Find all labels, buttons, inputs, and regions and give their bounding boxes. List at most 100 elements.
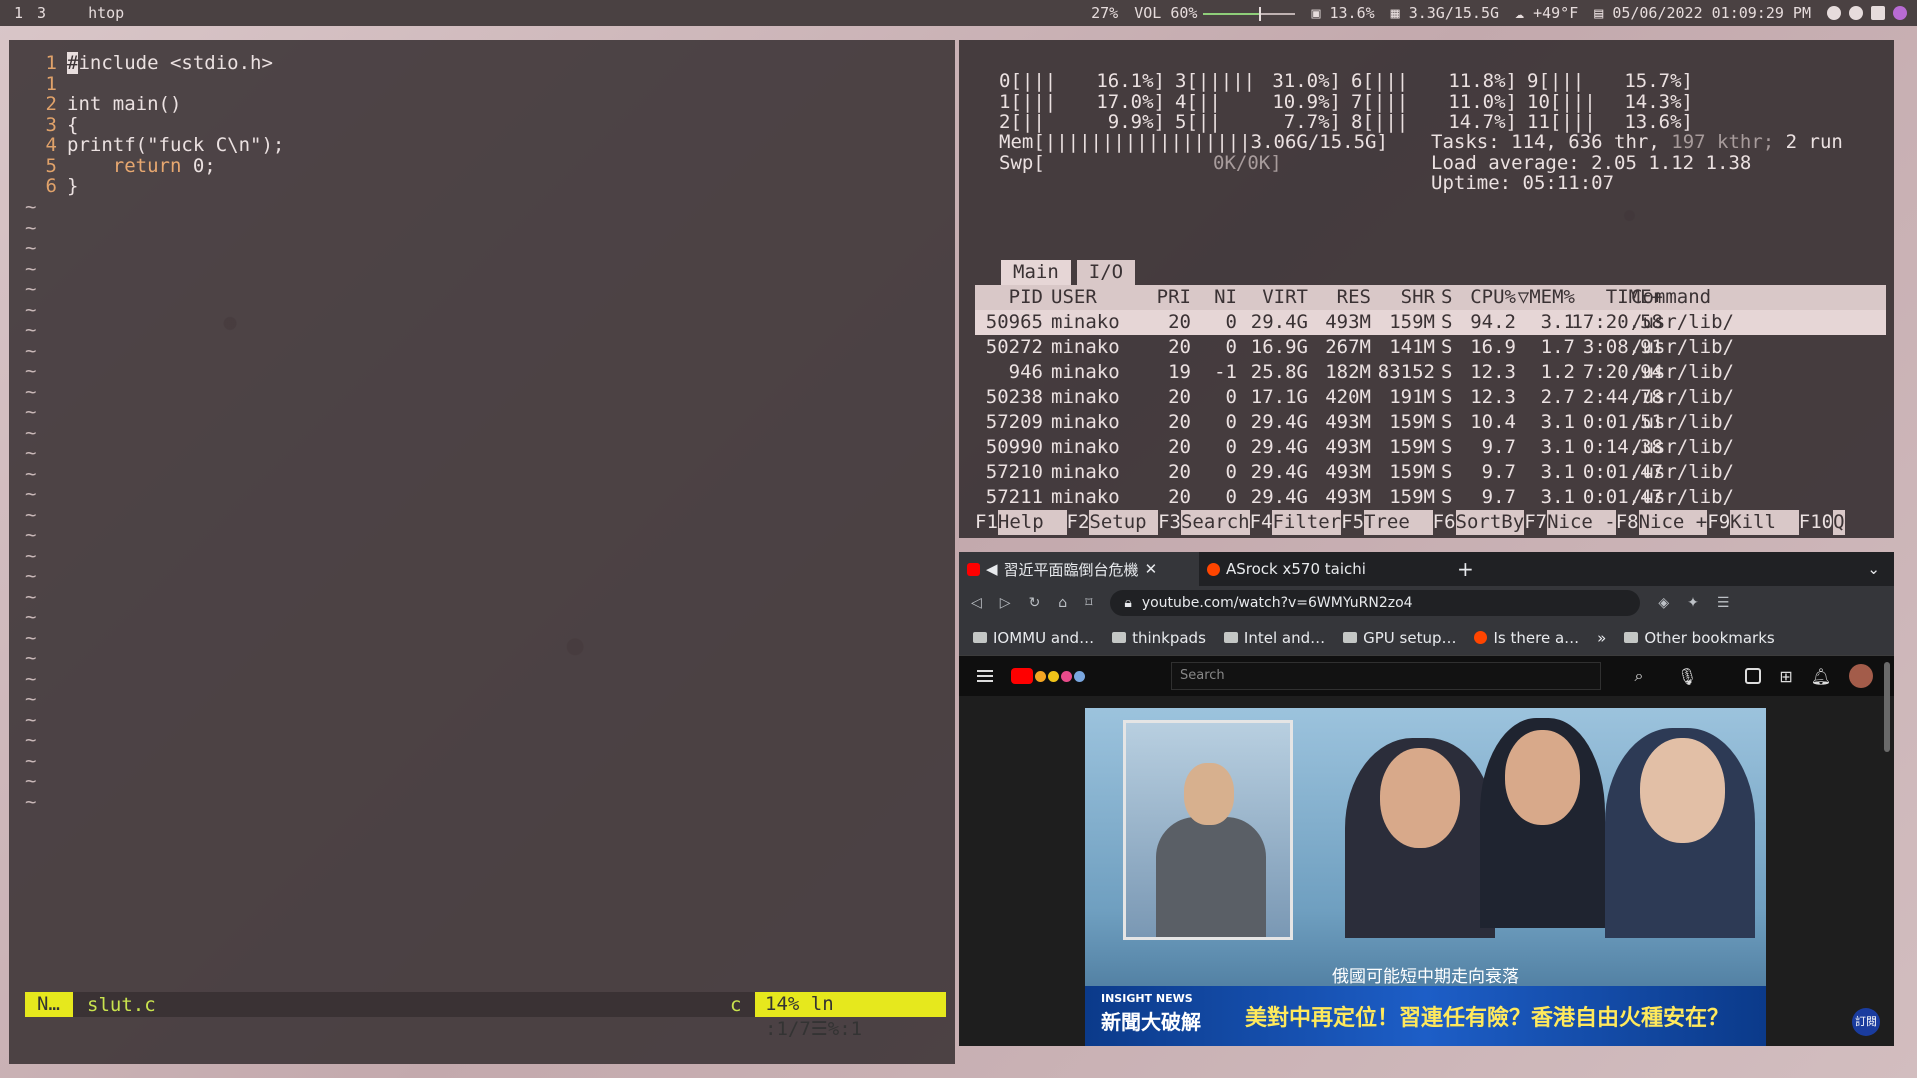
vim-filename: slut.c — [87, 993, 156, 1016]
column-header[interactable]: CPU% — [1470, 285, 1516, 310]
scrollbar[interactable] — [1884, 662, 1890, 752]
column-header[interactable]: Command — [1631, 285, 1711, 310]
empty-line-tilde: ~ — [25, 503, 37, 526]
notifications-icon[interactable]: 🔔︎ — [1811, 667, 1831, 686]
message-icon[interactable] — [1871, 6, 1885, 20]
fkey-number[interactable]: F7 — [1524, 510, 1547, 535]
fkey-label[interactable]: Search — [1180, 510, 1250, 535]
tab-main[interactable]: Main — [1001, 260, 1071, 285]
column-header[interactable]: PID — [1009, 285, 1043, 310]
bookmark-item[interactable]: thinkpads — [1112, 629, 1206, 647]
brave-shield-icon[interactable]: ◈ — [1658, 595, 1669, 611]
home-icon[interactable]: ⌂ — [1058, 595, 1067, 611]
bookmark-icon[interactable]: ⌑ — [1085, 595, 1092, 611]
empty-line-tilde: ~ — [25, 237, 37, 259]
chevron-down-icon[interactable]: ⌄ — [1867, 560, 1880, 578]
close-tab-icon[interactable]: ✕ — [1145, 560, 1158, 578]
process-row[interactable]: 50990 minako 20 0 29.4G 493M 159M S 9.7 3.1 0:14.3… — [975, 435, 1886, 460]
process-cell: 83152 — [1377, 361, 1435, 383]
apps-grid-icon[interactable]: ⊞ — [1779, 667, 1792, 686]
fkey-label[interactable]: Q — [1833, 510, 1845, 535]
other-bookmarks[interactable]: Other bookmarks — [1624, 629, 1775, 647]
back-icon[interactable]: ◁ — [971, 595, 982, 611]
process-row[interactable]: 50272 minako 20 0 16.9G 267M 141M S 16.9 1.7 3:08.… — [975, 335, 1886, 360]
fkey-label[interactable]: Kill — [1730, 510, 1799, 535]
search-icon[interactable]: ⌕ — [1619, 662, 1659, 690]
fkey-number[interactable]: F1 — [975, 510, 998, 535]
sync-icon[interactable] — [1827, 6, 1841, 20]
process-row[interactable]: 50238 minako 20 0 17.1G 420M 191M S 12.3 2.7 2:44.… — [975, 385, 1886, 410]
htop-pane[interactable]: 0[||| 16.1%] 1[||| 17.0%] 2[|| 9.9%] 3[||||| 31… — [959, 40, 1894, 538]
process-cell: S — [1441, 411, 1453, 433]
browser-tab[interactable]: ◀ 習近平面臨倒台危機 ✕ — [959, 552, 1199, 586]
fkey-number[interactable]: F4 — [1250, 510, 1273, 535]
process-row[interactable]: 50965 minako 20 0 29.4G 493M 159M S 94.2 3.1 17:20… — [975, 310, 1886, 335]
bookmark-item[interactable]: Intel and… — [1223, 629, 1325, 647]
more-bookmarks-button[interactable]: » — [1597, 629, 1606, 647]
subscribe-button[interactable]: 訂閱 — [1852, 1008, 1880, 1036]
microphone-icon[interactable]: 🎙︎ — [1677, 667, 1697, 686]
browser-tab[interactable]: ASrock x570 taichi — [1199, 552, 1439, 586]
volume-slider[interactable] — [1203, 6, 1296, 21]
bookmark-item[interactable]: IOMMU and… — [973, 629, 1094, 647]
running-value: 2 run — [1785, 131, 1843, 153]
bookmark-item[interactable]: Is there a… — [1474, 629, 1579, 647]
hamburger-icon[interactable] — [977, 670, 993, 682]
column-header[interactable]: PRI — [1157, 285, 1191, 310]
column-header[interactable]: VIRT — [1262, 285, 1308, 310]
column-header[interactable]: ▽MEM% — [1518, 285, 1575, 310]
reload-icon[interactable]: ↻ — [1029, 595, 1041, 611]
avatar[interactable] — [1849, 664, 1874, 688]
fkey-number[interactable]: F8 — [1616, 510, 1639, 535]
column-header[interactable]: RES — [1337, 285, 1371, 310]
empty-line-tilde: ~ — [25, 790, 37, 813]
process-cell: S — [1441, 361, 1453, 383]
process-row[interactable]: 57211 minako 20 0 29.4G 493M 159M S 9.7 3.1 0:01.4… — [975, 485, 1886, 510]
workspace-3[interactable]: 3 — [37, 4, 46, 22]
workspace-1[interactable]: 1 — [14, 4, 23, 22]
fkey-label[interactable]: Help — [997, 510, 1067, 535]
video-headline: 美對中再定位！習連任有險？香港自由火種安在？ — [1245, 1006, 1730, 1031]
fkey-number[interactable]: F6 — [1433, 510, 1456, 535]
bookmark-item[interactable]: GPU setup… — [1343, 629, 1456, 647]
column-header[interactable]: USER — [1051, 285, 1097, 310]
process-row[interactable]: 57209 minako 20 0 29.4G 493M 159M S 10.4 3.1 0:01.… — [975, 410, 1886, 435]
video-anchor-inset — [1123, 720, 1293, 940]
youtube-search-input[interactable]: Search — [1171, 662, 1601, 690]
fkey-number[interactable]: F3 — [1158, 510, 1181, 535]
video-player[interactable]: 俄國可能短中期走向衰落 INSIGHT NEWS 新聞大破解 美對中再定位！習連… — [1085, 708, 1766, 1046]
address-bar[interactable]: 🔒︎ youtube.com/watch?v=6WMYuRN2zo4 — [1110, 590, 1641, 616]
fkey-label[interactable]: Tree — [1364, 510, 1433, 535]
fkey-label[interactable]: SortBy — [1455, 510, 1525, 535]
youtube-logo[interactable] — [1011, 667, 1095, 685]
speaker-icon[interactable]: ◀ — [986, 560, 998, 578]
process-cell: 20 — [1168, 436, 1191, 458]
wifi-icon[interactable] — [1849, 6, 1863, 20]
vim-editor-pane[interactable]: 1 #include <stdio.h> 1 2 int main() 3{ 4 pr… — [9, 40, 955, 1064]
forward-icon[interactable]: ▷ — [1000, 595, 1011, 611]
column-header[interactable]: S — [1441, 285, 1452, 310]
tasks-label: Tasks: — [1431, 131, 1500, 153]
fkey-label[interactable]: Nice - — [1547, 510, 1616, 535]
fkey-label[interactable]: Filter — [1272, 510, 1342, 535]
app-tray-icon[interactable] — [1893, 6, 1907, 20]
menu-icon[interactable]: ☰ — [1717, 595, 1730, 611]
create-video-icon[interactable] — [1745, 668, 1762, 684]
bookmark-label: IOMMU and… — [993, 628, 1095, 647]
fkey-label[interactable]: Nice + — [1638, 510, 1708, 535]
process-row[interactable]: 57210 minako 20 0 29.4G 493M 159M S 9.7 3.1 0:01.4… — [975, 460, 1886, 485]
column-header[interactable]: NI — [1214, 285, 1237, 310]
text-cursor: # — [67, 52, 79, 74]
fkey-number[interactable]: F2 — [1067, 510, 1090, 535]
tab-io[interactable]: I/O — [1076, 260, 1136, 285]
volume-indicator[interactable]: VOL 60% — [1134, 4, 1296, 22]
fkey-label[interactable]: Setup — [1089, 510, 1159, 535]
extensions-icon[interactable]: ✦ — [1687, 595, 1699, 611]
process-row[interactable]: 946 minako 19 -1 25.8G 182M 83152 S 12.3 1.2 7:20.… — [975, 360, 1886, 385]
fkey-number[interactable]: F5 — [1341, 510, 1364, 535]
column-header[interactable]: SHR — [1401, 285, 1435, 310]
vim-position: 14% ln :1/7☰%:1 — [755, 992, 946, 1040]
fkey-number[interactable]: F9 — [1707, 510, 1730, 535]
fkey-number[interactable]: F10 — [1799, 510, 1833, 535]
new-tab-icon[interactable]: + — [1457, 557, 1474, 581]
